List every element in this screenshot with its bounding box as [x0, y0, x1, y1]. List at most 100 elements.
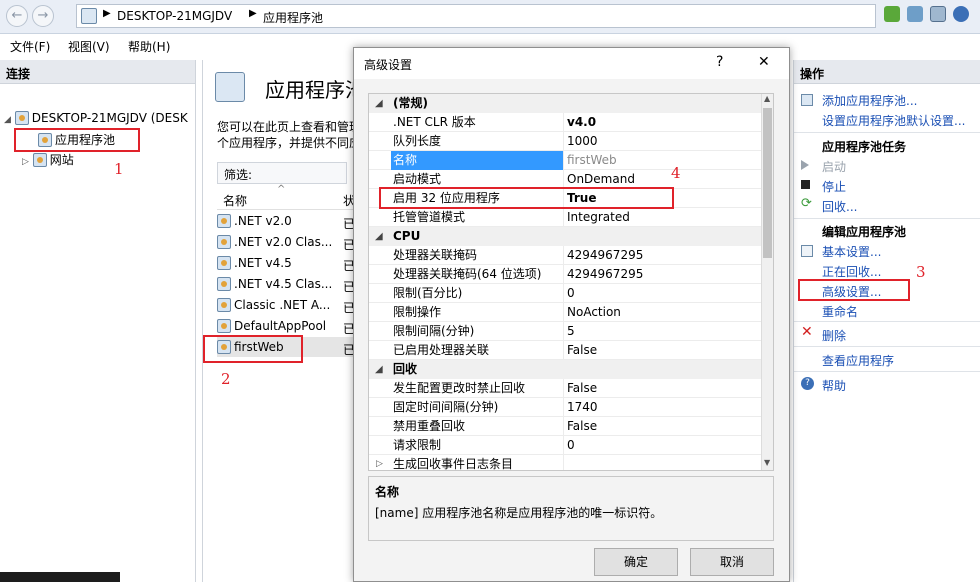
- filter-bar[interactable]: 筛选:: [217, 162, 347, 184]
- recycle-icon: ⟳: [801, 196, 812, 211]
- stop-link[interactable]: 停止: [822, 178, 846, 195]
- breadcrumb-separator: ▶: [249, 8, 257, 19]
- menu-help[interactable]: 帮助(H): [128, 38, 170, 55]
- edit-pool-header: 编辑应用程序池: [822, 225, 907, 239]
- app-pool-icon: [217, 277, 231, 291]
- stop-icon[interactable]: [907, 6, 923, 22]
- collapse-icon[interactable]: ◢: [375, 94, 383, 113]
- property-row[interactable]: 请求限制 0: [369, 436, 761, 455]
- expand-icon[interactable]: ▷: [376, 455, 383, 470]
- property-row[interactable]: 队列长度 1000: [369, 132, 761, 151]
- advanced-settings-dialog: 高级设置 ? ✕ ◢ (常规) .NET CLR 版本 v4.0 队列长度 1000 …: [353, 47, 790, 582]
- tree-sites-node[interactable]: ▷ 网站: [22, 150, 74, 170]
- home-icon[interactable]: [930, 6, 946, 22]
- help-icon: ?: [801, 377, 814, 390]
- property-row[interactable]: 限制操作 NoAction: [369, 303, 761, 322]
- annotation-number-1: 1: [114, 160, 124, 178]
- breadcrumb-server[interactable]: DESKTOP-21MGJDV: [117, 9, 232, 23]
- column-header: 名称 ^ 状: [217, 184, 355, 210]
- property-row[interactable]: 禁用重叠回收 False: [369, 417, 761, 436]
- pool-row[interactable]: .NET v4.5 Clas...: [217, 274, 347, 294]
- recycling-settings-link[interactable]: 正在回收...: [822, 263, 881, 280]
- view-applications-link[interactable]: 查看应用程序: [822, 352, 894, 369]
- property-row[interactable]: 发生配置更改时禁止回收 False: [369, 379, 761, 398]
- app-pool-icon: [217, 256, 231, 270]
- pool-name: DefaultAppPool: [234, 319, 327, 333]
- annotation-number-2: 2: [221, 370, 231, 388]
- pool-row[interactable]: Classic .NET A...: [217, 295, 347, 315]
- dialog-help-button[interactable]: ?: [716, 54, 723, 70]
- add-app-pool-link[interactable]: 添加应用程序池...: [822, 92, 917, 109]
- tree-sites-label: 网站: [49, 153, 74, 167]
- annotation-number-3: 3: [916, 263, 926, 281]
- scroll-up-icon[interactable]: ▲: [764, 94, 770, 103]
- breadcrumb-separator: ▶: [103, 8, 111, 19]
- property-row[interactable]: 限制(百分比) 0: [369, 284, 761, 303]
- expand-icon[interactable]: ▷: [22, 157, 29, 167]
- server-icon: [81, 8, 97, 24]
- collapse-icon[interactable]: ◢: [4, 115, 11, 125]
- recycle-link[interactable]: 回收...: [822, 198, 857, 215]
- actions-header: 操作: [794, 60, 980, 84]
- property-row[interactable]: 处理器关联掩码 4294967295: [369, 246, 761, 265]
- pool-row[interactable]: .NET v2.0: [217, 211, 347, 231]
- property-row[interactable]: 处理器关联掩码(64 位选项) 4294967295: [369, 265, 761, 284]
- app-pools-large-icon: [215, 72, 245, 102]
- dialog-close-button[interactable]: ✕: [758, 54, 770, 70]
- collapse-icon[interactable]: ◢: [375, 360, 383, 379]
- server-icon: [14, 111, 29, 125]
- rename-link[interactable]: 重命名: [822, 303, 858, 320]
- scrollbar-thumb[interactable]: [763, 108, 772, 258]
- ok-button[interactable]: 确定: [594, 548, 678, 576]
- property-row[interactable]: 限制间隔(分钟) 5: [369, 322, 761, 341]
- refresh-icon[interactable]: [884, 6, 900, 22]
- start-icon: [801, 160, 809, 170]
- annotation-number-4: 4: [671, 164, 681, 182]
- pool-row[interactable]: .NET v2.0 Clas...: [217, 232, 347, 252]
- description-text: [name] 应用程序池名称是应用程序池的唯一标识符。: [375, 506, 663, 520]
- property-row[interactable]: 托管管道模式 Integrated: [369, 208, 761, 227]
- set-defaults-link[interactable]: 设置应用程序池默认设置...: [822, 112, 965, 129]
- property-row-selected[interactable]: 名称 firstWeb: [369, 151, 761, 170]
- help-icon[interactable]: [953, 6, 969, 22]
- tree-server-label: DESKTOP-21MGJDV (DESK: [31, 111, 188, 125]
- sites-icon: [32, 153, 47, 167]
- back-icon[interactable]: ←: [6, 5, 28, 27]
- breadcrumb-app-pools[interactable]: 应用程序池: [263, 9, 323, 26]
- cancel-button[interactable]: 取消: [690, 548, 774, 576]
- delete-link[interactable]: 删除: [822, 327, 846, 344]
- filter-label: 筛选:: [224, 168, 253, 182]
- menu-file[interactable]: 文件(F): [10, 38, 50, 55]
- category-recycle[interactable]: ◢ 回收: [369, 360, 761, 379]
- help-link[interactable]: 帮助: [822, 377, 846, 394]
- start-link[interactable]: 启动: [822, 158, 846, 175]
- forward-icon[interactable]: →: [32, 5, 54, 27]
- annotation-box-4: [379, 187, 674, 209]
- property-row[interactable]: 已启用处理器关联 False: [369, 341, 761, 360]
- tree-server-node[interactable]: ◢ DESKTOP-21MGJDV (DESK: [4, 108, 188, 128]
- collapse-icon[interactable]: ◢: [375, 227, 383, 246]
- pool-row[interactable]: .NET v4.5: [217, 253, 347, 273]
- column-name[interactable]: 名称: [223, 192, 247, 209]
- app-pools-pane: 应用程序池 您可以在此页上查看和管理 个应用程序，并提供不同应 筛选: 名称 ^…: [202, 60, 365, 582]
- category-cpu[interactable]: ◢ CPU: [369, 227, 761, 246]
- category-general[interactable]: ◢ (常规): [369, 94, 761, 113]
- property-row[interactable]: ▷ 生成回收事件日志条目: [369, 455, 761, 470]
- property-row[interactable]: .NET CLR 版本 v4.0: [369, 113, 761, 132]
- page-description-line1: 您可以在此页上查看和管理: [217, 120, 362, 134]
- taskbar-fragment: [0, 572, 120, 582]
- menu-view[interactable]: 视图(V): [68, 38, 110, 55]
- pool-name: .NET v4.5 Clas...: [234, 277, 333, 291]
- annotation-box-3: [798, 279, 910, 301]
- scroll-down-icon[interactable]: ▼: [764, 458, 770, 467]
- address-field[interactable]: ▶ DESKTOP-21MGJDV ▶ 应用程序池: [76, 4, 876, 28]
- property-row[interactable]: 固定时间间隔(分钟) 1740: [369, 398, 761, 417]
- pool-tasks-header: 应用程序池任务: [822, 140, 907, 154]
- app-pool-icon: [217, 214, 231, 228]
- pool-row[interactable]: DefaultAppPool: [217, 316, 347, 336]
- basic-settings-link[interactable]: 基本设置...: [822, 243, 881, 260]
- basic-settings-icon: [801, 245, 813, 257]
- page-title: 应用程序池: [265, 78, 365, 102]
- app-pool-icon: [217, 298, 231, 312]
- property-grid[interactable]: ◢ (常规) .NET CLR 版本 v4.0 队列长度 1000 名称 firstWe…: [368, 93, 774, 471]
